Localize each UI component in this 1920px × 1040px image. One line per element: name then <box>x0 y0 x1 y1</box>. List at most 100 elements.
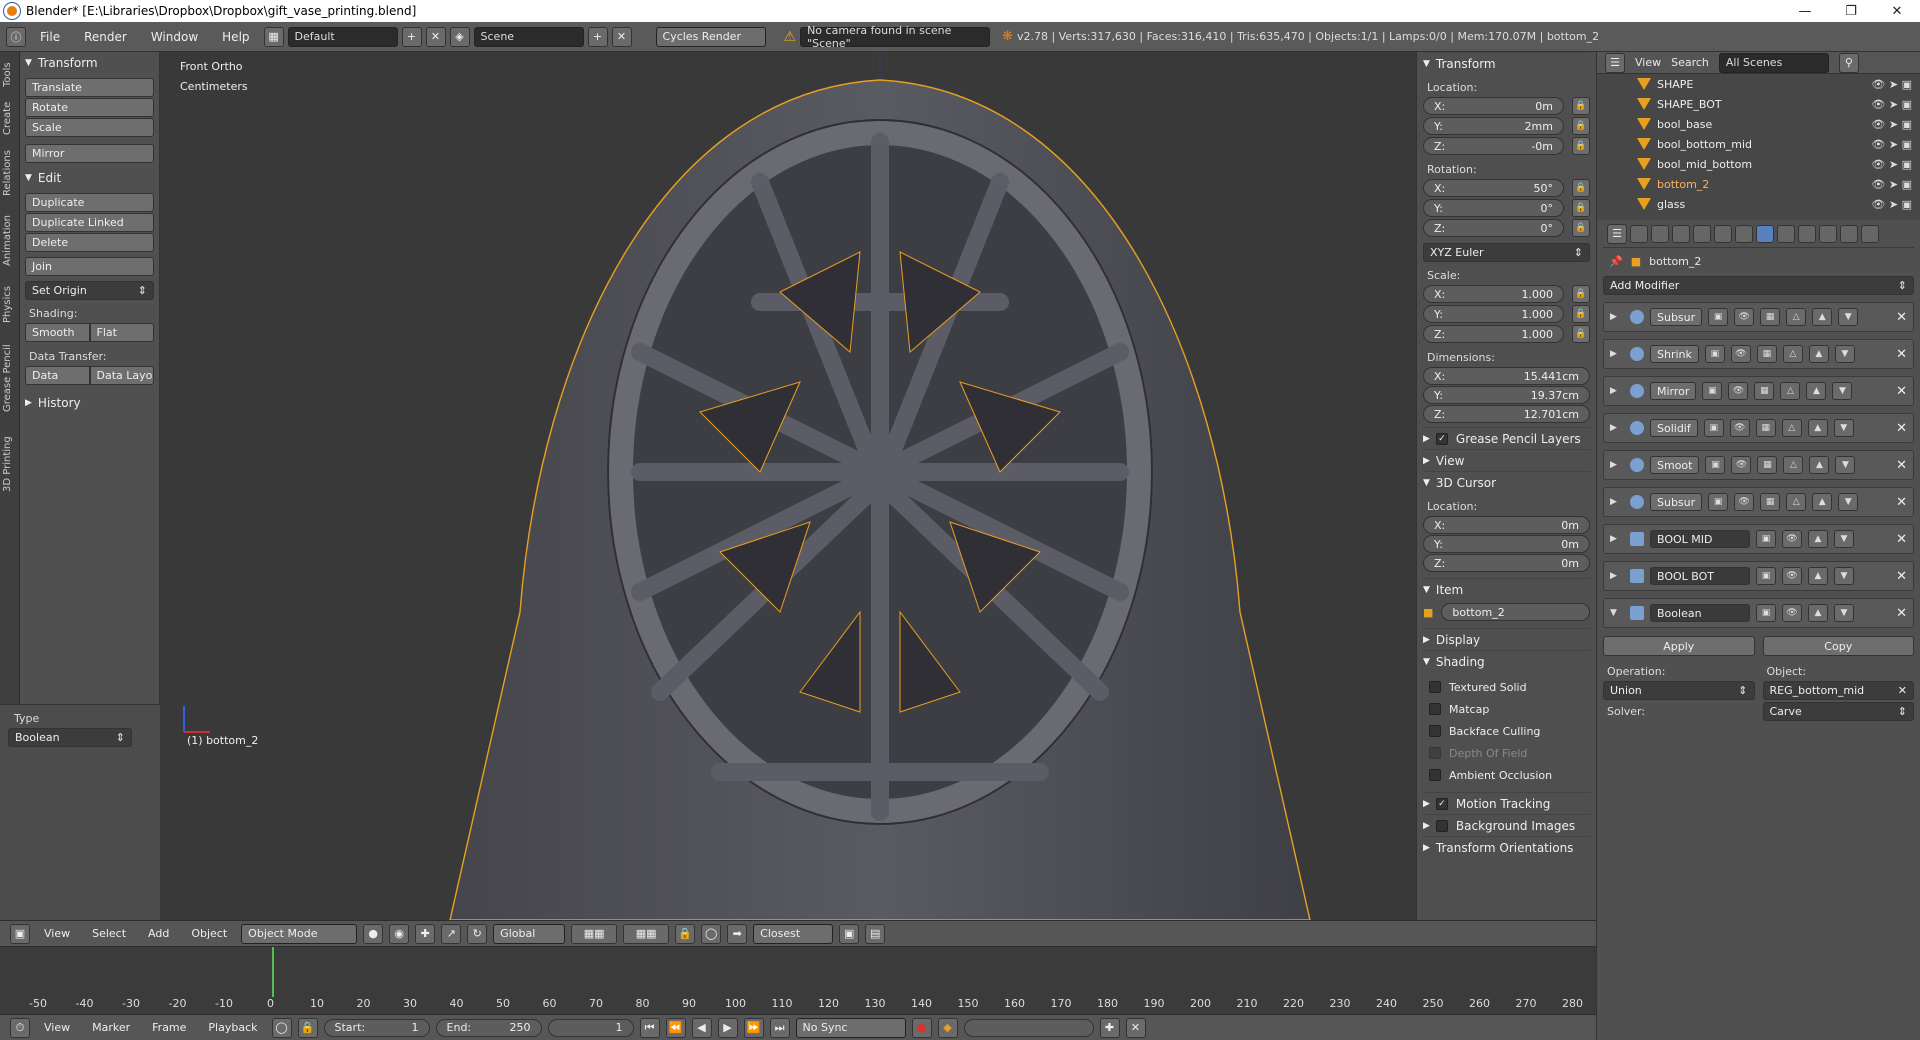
modifier-name[interactable]: Subsur <box>1650 308 1703 326</box>
menu-object[interactable]: Object <box>183 927 235 940</box>
rotate-manip-icon[interactable]: ↻ <box>467 923 488 944</box>
scale-button[interactable]: Scale <box>25 118 154 137</box>
render-toggle-icon[interactable]: ▣ <box>1756 567 1776 585</box>
outliner-item[interactable]: glass 👁 ➤ ▣ <box>1597 194 1920 214</box>
lock-icon[interactable]: 🔒 <box>1572 285 1590 303</box>
remove-modifier-icon[interactable]: ✕ <box>1896 606 1907 621</box>
duplicate-linked-button[interactable]: Duplicate Linked <box>25 213 154 232</box>
outliner-item[interactable]: SHAPE_BOT 👁 ➤ ▣ <box>1597 94 1920 114</box>
editmode-toggle-icon[interactable]: ▦ <box>1757 456 1778 474</box>
insert-keyframe-icon[interactable]: ✚ <box>1099 1017 1120 1038</box>
set-origin-dropdown[interactable]: Set Origin ⇕ <box>25 281 154 300</box>
translate-manip-icon[interactable]: ↗ <box>441 923 462 944</box>
dimension-x-field[interactable]: X: 15.441cm <box>1423 367 1590 385</box>
modifier-shrinkwrap[interactable]: ▶ Shrink ▣ 👁 ▦ △ ▲ ▼ ✕ <box>1603 339 1914 369</box>
cursor-z-field[interactable]: Z: 0m <box>1423 554 1590 572</box>
scene-tab-icon[interactable] <box>1672 224 1690 243</box>
move-down-icon[interactable]: ▼ <box>1833 419 1854 437</box>
outliner-item[interactable]: bool_bottom_mid 👁 ➤ ▣ <box>1597 134 1920 154</box>
tab-relations[interactable]: Relations <box>2 144 18 202</box>
visibility-icons[interactable]: 👁 ➤ ▣ <box>1871 158 1912 171</box>
layout-field[interactable]: Default <box>287 26 398 47</box>
object-name-field[interactable]: bottom_2 <box>1441 603 1590 621</box>
cage-toggle-icon[interactable]: △ <box>1786 493 1807 511</box>
physics-tab-icon[interactable] <box>1861 224 1879 243</box>
delete-keyframe-icon[interactable]: ✕ <box>1125 1017 1146 1038</box>
menu-marker[interactable]: Marker <box>84 1021 138 1034</box>
lock-icon[interactable]: 🔒 <box>1572 199 1590 217</box>
modifier-boolean[interactable]: ▼ Boolean ▣ 👁 ▲ ▼ ✕ <box>1603 598 1914 628</box>
add-modifier-dropdown[interactable]: Add Modifier ⇕ <box>1603 276 1914 295</box>
visibility-icons[interactable]: 👁 ➤ ▣ <box>1871 78 1912 91</box>
move-down-icon[interactable]: ▼ <box>1832 382 1853 400</box>
outliner-editor-icon[interactable]: ☰ <box>1605 52 1625 73</box>
editor-type-icon[interactable]: ⏱ <box>10 1017 30 1038</box>
viewport-toggle-icon[interactable]: 👁 <box>1731 456 1752 474</box>
ambient-occlusion-toggle[interactable]: Ambient Occlusion <box>1423 764 1590 786</box>
menu-view[interactable]: View <box>36 927 78 940</box>
mode-select[interactable]: Object Mode <box>241 923 358 944</box>
modifier-name[interactable]: Smoot <box>1650 456 1700 474</box>
layers-2-icon[interactable]: ▦▦ <box>623 923 670 944</box>
properties-editor-icon[interactable]: ☰ <box>1607 223 1627 244</box>
render-toggle-icon[interactable]: ▣ <box>1756 530 1776 548</box>
render-toggle-icon[interactable]: ▣ <box>1708 308 1729 326</box>
join-button[interactable]: Join <box>25 257 154 276</box>
viewport-toggle-icon[interactable]: 👁 <box>1729 419 1750 437</box>
expand-arrow-icon[interactable]: ▶ <box>1610 534 1624 544</box>
render-tab-icon[interactable] <box>1630 224 1648 243</box>
outliner-item[interactable]: SHAPE 👁 ➤ ▣ <box>1597 74 1920 94</box>
constraints-tab-icon[interactable] <box>1735 224 1753 243</box>
grease-pencil-panel-header[interactable]: ▶ ✓ Grease Pencil Layers <box>1423 427 1590 449</box>
modifier-name[interactable]: Solidif <box>1650 419 1698 437</box>
scene-icon[interactable]: ◈ <box>449 26 470 47</box>
history-panel-header[interactable]: ▶ History <box>25 392 154 414</box>
checkbox-icon[interactable] <box>1435 819 1448 832</box>
apply-button[interactable]: Apply <box>1603 636 1755 656</box>
render-toggle-icon[interactable]: ▣ <box>1756 604 1776 622</box>
modifier-name[interactable]: Mirror <box>1650 382 1697 400</box>
scene-field[interactable]: Scene <box>473 26 584 47</box>
lock-icon[interactable]: 🔒 <box>1572 179 1590 197</box>
move-up-icon[interactable]: ▲ <box>1812 308 1833 326</box>
move-up-icon[interactable]: ▲ <box>1808 604 1828 622</box>
cage-toggle-icon[interactable]: △ <box>1783 456 1804 474</box>
move-down-icon[interactable]: ▼ <box>1834 567 1854 585</box>
data-tab-icon[interactable] <box>1777 224 1795 243</box>
layers-icon[interactable]: ▦▦ <box>571 923 618 944</box>
menu-render[interactable]: Render <box>74 30 137 44</box>
background-images-panel-header[interactable]: ▶ Background Images <box>1423 814 1590 836</box>
start-frame-field[interactable]: Start: 1 <box>323 1018 430 1037</box>
world-tab-icon[interactable] <box>1693 224 1711 243</box>
close-icon[interactable]: ✕ <box>1874 0 1920 22</box>
expand-arrow-icon[interactable]: ▶ <box>1610 312 1624 322</box>
edit-panel-header[interactable]: ▼ Edit <box>25 167 154 189</box>
rotation-y-field[interactable]: Y: 0° <box>1423 199 1564 217</box>
move-down-icon[interactable]: ▼ <box>1835 456 1856 474</box>
rotate-button[interactable]: Rotate <box>25 98 154 117</box>
viewport-shading-icon[interactable]: ● <box>363 923 384 944</box>
search-icon[interactable]: ⚲ <box>1838 52 1859 73</box>
menu-frame[interactable]: Frame <box>144 1021 194 1034</box>
move-down-icon[interactable]: ▼ <box>1834 604 1854 622</box>
object-tab-icon[interactable] <box>1714 224 1732 243</box>
move-down-icon[interactable]: ▼ <box>1838 493 1859 511</box>
record-icon[interactable]: ● <box>911 1017 932 1038</box>
layers-tab-icon[interactable] <box>1651 224 1669 243</box>
render-toggle-icon[interactable]: ▣ <box>1704 345 1725 363</box>
viewport-toggle-icon[interactable]: 👁 <box>1734 308 1755 326</box>
menu-window[interactable]: Window <box>141 30 208 44</box>
move-up-icon[interactable]: ▲ <box>1808 567 1828 585</box>
keyframe-icon[interactable]: ◆ <box>937 1017 958 1038</box>
modifier-smooth[interactable]: ▶ Smoot ▣ 👁 ▦ △ ▲ ▼ ✕ <box>1603 450 1914 480</box>
lock-icon[interactable]: 🔒 <box>1572 137 1590 155</box>
remove-modifier-icon[interactable]: ✕ <box>1896 569 1907 584</box>
lock-camera-icon[interactable]: 🔒 <box>675 923 696 944</box>
keying-icon[interactable]: ◯ <box>271 1017 292 1038</box>
remove-modifier-icon[interactable]: ✕ <box>1896 310 1907 325</box>
end-frame-field[interactable]: End: 250 <box>435 1018 542 1037</box>
menu-playback[interactable]: Playback <box>200 1021 265 1034</box>
minimize-icon[interactable]: — <box>1782 0 1828 22</box>
tab-3d-printing[interactable]: 3D Printing <box>2 426 18 502</box>
cursor-x-field[interactable]: X: 0m <box>1423 516 1590 534</box>
